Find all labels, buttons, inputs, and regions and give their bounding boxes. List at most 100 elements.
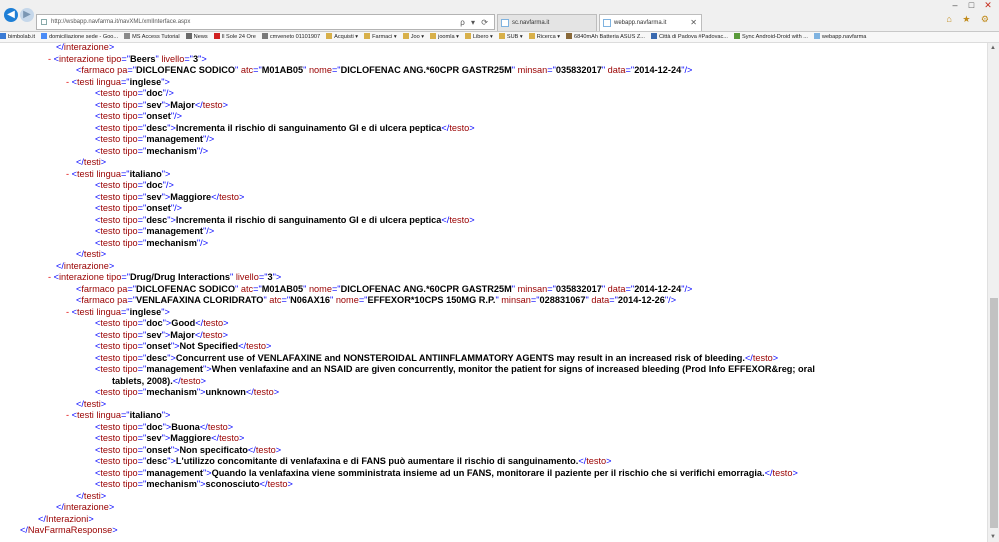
xml-line: - <interazione tipo="Drug/Drug Interacti…: [48, 272, 281, 284]
scroll-down-arrow-icon[interactable]: ▼: [990, 534, 996, 540]
xml-line: </testi>: [76, 399, 106, 411]
favorite-icon: [326, 33, 333, 39]
xml-token: >: [108, 43, 115, 52]
xml-token: "/>: [681, 65, 693, 75]
favorite-item[interactable]: SUB ▾: [498, 32, 523, 42]
xml-token: testo: [100, 456, 121, 466]
address-bar[interactable]: http://wsbapp.navfarma.it/navXML/xmlInte…: [36, 14, 495, 30]
xml-token: desc: [146, 352, 168, 363]
xml-token: onset: [146, 341, 171, 351]
favorite-item[interactable]: Joo ▾: [402, 32, 424, 42]
favorite-item[interactable]: domiciliazione sede - Goo...: [41, 32, 118, 42]
xml-token: Drug/Drug Interactions: [129, 272, 231, 282]
favorite-label: Città di Padova #Padovac...: [658, 34, 728, 40]
favorite-item[interactable]: Sync Android-Droid with ...: [733, 32, 808, 42]
tab-webapp-navfarma[interactable]: webapp.navfarma.it ✕: [599, 14, 702, 31]
xml-token: testo: [100, 421, 121, 432]
xml-token: </: [194, 329, 203, 340]
favorite-item[interactable]: Città di Padova #Padovac...: [650, 32, 728, 42]
favorite-icon: [185, 33, 192, 39]
xml-token: ">: [196, 479, 206, 489]
xml-line: <testo tipo="management">Quando la venla…: [95, 468, 798, 480]
xml-token: </: [259, 479, 268, 489]
xml-token: pa: [114, 65, 128, 75]
xml-token: doc: [146, 421, 163, 432]
xml-token: onset: [146, 444, 171, 455]
vertical-scrollbar[interactable]: ▲ ▼: [987, 43, 999, 542]
xml-token: =": [127, 65, 136, 75]
tab-sc-navfarma[interactable]: sc.navfarma.it: [497, 14, 597, 31]
xml-token: 028831067: [539, 295, 586, 305]
favorite-item[interactable]: Farmaci ▾: [364, 32, 397, 42]
favorite-label: Libero ▾: [472, 34, 493, 40]
xml-line: </Interazioni>: [38, 514, 94, 526]
xml-token: </: [56, 43, 64, 52]
xml-line: </testi>: [76, 249, 106, 261]
xml-token: 2014-12-24: [634, 283, 682, 294]
favorite-item[interactable]: Libero ▾: [464, 32, 493, 42]
xml-token: ">: [161, 306, 170, 317]
window-controls: – □ ✕: [948, 0, 995, 11]
scroll-up-arrow-icon[interactable]: ▲: [990, 45, 996, 51]
xml-token: doc: [146, 180, 163, 190]
xml-token: </: [172, 375, 181, 386]
xml-token: "/>: [203, 226, 215, 236]
xml-token: Major: [170, 99, 195, 110]
xml-token: data: [605, 65, 626, 75]
xml-token: farmaco: [81, 295, 115, 305]
favorite-item[interactable]: 6840mAh Batteria ASUS Z...: [566, 32, 645, 42]
xml-token: doc: [146, 318, 163, 328]
xml-token: When venlafaxine and an NSAID are given …: [211, 364, 815, 374]
xml-token: testo: [100, 387, 121, 397]
xml-line: <testo tipo="sev">Major</testo>: [95, 100, 228, 112]
minimize-button[interactable]: –: [948, 0, 962, 10]
favorite-item[interactable]: MS Access Tutorial: [124, 32, 180, 42]
xml-token: management: [146, 364, 203, 374]
maximize-button[interactable]: □: [964, 0, 978, 10]
xml-token: farmaco: [81, 283, 115, 294]
xml-token: =": [331, 65, 341, 75]
xml-token: </: [76, 490, 84, 501]
favorite-item[interactable]: Il Sole 24 Ore: [213, 32, 256, 42]
xml-token: </: [194, 99, 203, 110]
xml-token: tipo: [120, 134, 138, 144]
xml-line: <testo tipo="desc">Incrementa il rischio…: [95, 215, 475, 227]
close-window-button[interactable]: ✕: [981, 0, 995, 11]
favorite-item[interactable]: joomla ▾: [430, 32, 459, 42]
favorite-label: cmveneto 01101907: [269, 34, 321, 40]
xml-token: ">: [161, 410, 171, 420]
xml-token: testo: [255, 444, 276, 455]
forward-arrow-icon[interactable]: ▶: [20, 8, 34, 22]
home-favorites-settings-icons[interactable]: ⌂ ★ ⚙: [946, 14, 993, 25]
xml-token: EFFEXOR*10CPS 150MG R.P.: [367, 295, 496, 305]
xml-token: onset: [146, 111, 171, 121]
xml-token: Incrementa il rischio di sanguinamento G…: [175, 122, 442, 133]
xml-token: >: [273, 387, 280, 397]
favorite-item[interactable]: Ricerca ▾: [528, 32, 560, 42]
xml-token: >: [222, 99, 229, 110]
favorite-item[interactable]: webapp.navfarma: [813, 32, 866, 42]
ie-page-icon: [603, 19, 611, 27]
xml-token: =": [127, 295, 136, 305]
xml-token: testo: [100, 99, 121, 110]
xml-token: testo: [100, 191, 121, 202]
xml-line: <testo tipo="onset">Not Specified</testo…: [95, 341, 271, 353]
tab-close-icon[interactable]: ✕: [690, 15, 697, 31]
xml-token: </: [38, 513, 46, 524]
favorite-label: Farmaci ▾: [372, 34, 397, 40]
xml-line: <testo tipo="sev">Maggiore</testo>: [95, 433, 244, 445]
xml-token: >: [606, 456, 612, 466]
xml-token: testo: [100, 479, 121, 489]
address-controls[interactable]: ρ ▾ ⟳: [460, 16, 490, 30]
xml-token: >: [100, 398, 107, 409]
back-arrow-icon[interactable]: ◀: [4, 8, 18, 22]
xml-token: tipo: [120, 444, 138, 455]
scroll-thumb[interactable]: [990, 298, 998, 528]
favorite-label: News: [193, 34, 208, 40]
xml-token: testi: [77, 168, 94, 179]
favorite-item[interactable]: cmveneto 01101907: [261, 32, 321, 42]
favorite-item[interactable]: Acquisti ▾: [326, 32, 358, 42]
xml-token: ">: [203, 467, 212, 478]
favorite-item[interactable]: News: [185, 32, 208, 42]
favorite-item[interactable]: bimbolab.it: [0, 32, 35, 42]
